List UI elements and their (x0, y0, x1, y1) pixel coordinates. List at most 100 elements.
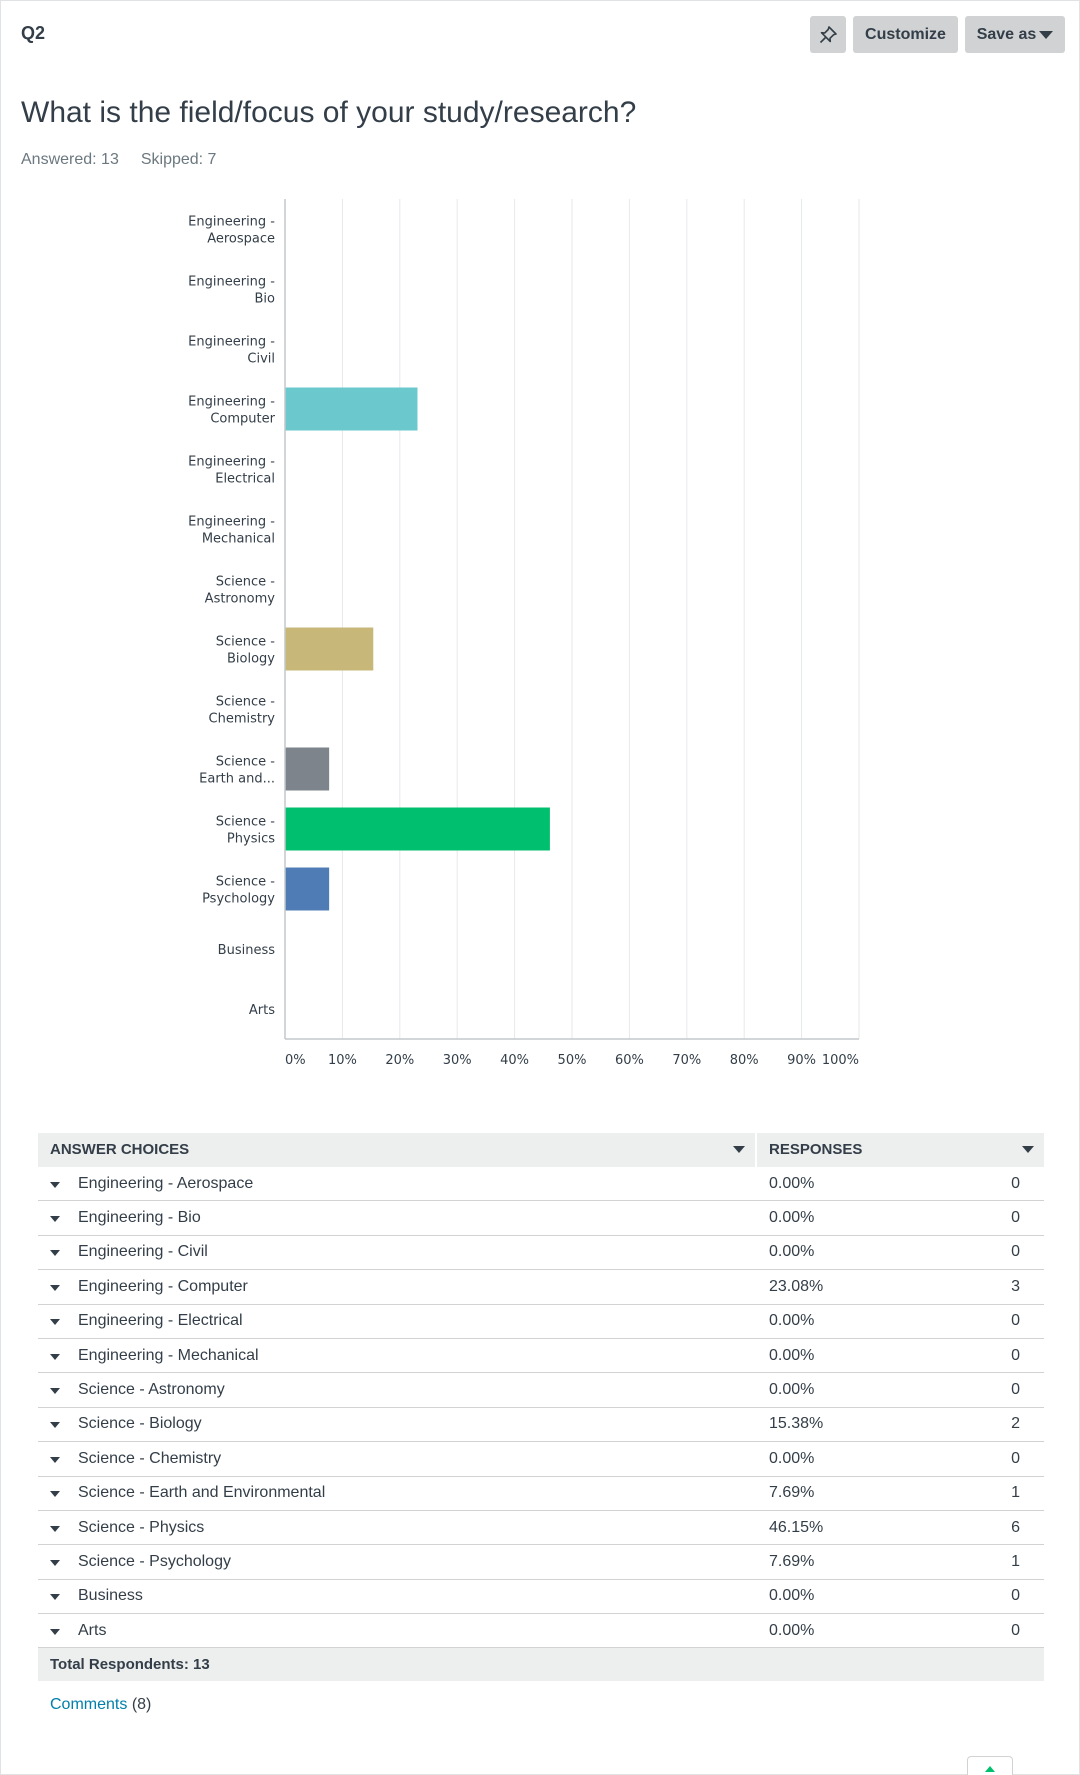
response-percent: 15.38% (769, 1415, 824, 1433)
sort-caret-icon[interactable] (1022, 1146, 1034, 1153)
comments: Comments (8) (50, 1696, 151, 1714)
comments-link[interactable]: Comments (50, 1696, 127, 1713)
expand-caret-icon[interactable] (50, 1353, 60, 1360)
answer-choice: Science - Physics (38, 1519, 757, 1537)
expand-caret-icon[interactable] (50, 1594, 60, 1601)
scroll-to-top-button[interactable] (967, 1756, 1013, 1775)
question-panel: Q2 Customize Save as What is the field/f… (0, 0, 1080, 1775)
category-label: Computer (210, 412, 275, 427)
expand-caret-icon[interactable] (50, 1181, 60, 1188)
answer-choice: Science - Psychology (38, 1553, 757, 1571)
response-count: 1 (1011, 1552, 1020, 1570)
sort-caret-icon[interactable] (733, 1146, 745, 1153)
answer-choice: Science - Chemistry (38, 1450, 757, 1468)
caret-down-icon (1039, 30, 1054, 39)
table-row: Engineering - Bio 0.00% 0 (38, 1201, 1044, 1236)
question-title: What is the field/focus of your study/re… (21, 96, 637, 129)
response-percent: 0.00% (769, 1174, 815, 1192)
answer-choice-label: Engineering - Computer (78, 1277, 248, 1295)
comments-count: (8) (131, 1696, 152, 1713)
expand-caret-icon[interactable] (50, 1319, 60, 1326)
x-tick-label: 10% (328, 1053, 357, 1068)
expand-caret-icon[interactable] (50, 1388, 60, 1395)
pin-button[interactable] (810, 16, 846, 53)
category-label: Astronomy (205, 592, 276, 607)
response-count: 0 (1011, 1621, 1020, 1639)
answer-choice: Engineering - Computer (38, 1278, 757, 1296)
x-tick-label: 100% (822, 1053, 859, 1068)
category-label: Civil (247, 352, 275, 367)
category-label: Engineering - (188, 455, 275, 470)
skipped-count: Skipped: 7 (140, 151, 217, 168)
x-tick-label: 70% (672, 1053, 701, 1068)
x-tick-label: 20% (385, 1053, 414, 1068)
total-respondents: Total Respondents: 13 (38, 1648, 1044, 1682)
x-tick-label: 60% (615, 1053, 644, 1068)
answer-choice: Science - Earth and Environmental (38, 1484, 757, 1502)
category-label: Chemistry (209, 712, 276, 727)
response-count: 3 (1011, 1277, 1020, 1295)
expand-caret-icon[interactable] (50, 1491, 60, 1498)
response-count: 0 (1011, 1346, 1020, 1364)
answer-choice: Engineering - Electrical (38, 1312, 757, 1330)
answered-count: Answered: 13 (21, 151, 119, 168)
category-label: Science - (216, 755, 276, 770)
responses-header-label: RESPONSES (769, 1141, 863, 1158)
response-percent: 0.00% (769, 1587, 815, 1605)
table-body: Engineering - Aerospace 0.00% 0 Engineering… (38, 1167, 1044, 1649)
category-label: Mechanical (202, 532, 275, 547)
answer-choice: Engineering - Bio (38, 1209, 757, 1227)
answer-choices-header[interactable]: ANSWER CHOICES (38, 1133, 757, 1167)
answer-choice-label: Engineering - Electrical (78, 1312, 243, 1330)
category-label: Science - (216, 875, 276, 890)
response-count: 1 (1011, 1484, 1020, 1502)
response-percent: 7.69% (769, 1552, 815, 1570)
response-count: 0 (1011, 1243, 1020, 1261)
table-row: Science - Biology 15.38% 2 (38, 1408, 1044, 1443)
customize-button[interactable]: Customize (853, 16, 958, 53)
expand-caret-icon[interactable] (50, 1559, 60, 1566)
response-percent: 0.00% (769, 1346, 815, 1364)
answer-choice-label: Science - Astronomy (78, 1381, 225, 1399)
bar-chart-svg: Engineering - Aerospace Engineering - Bio En… (188, 199, 860, 1068)
expand-caret-icon[interactable] (50, 1284, 60, 1291)
expand-caret-icon[interactable] (50, 1456, 60, 1463)
category-label: Bio (255, 292, 276, 307)
response-percent: 23.08% (769, 1277, 824, 1295)
response-percent: 0.00% (769, 1381, 815, 1399)
expand-caret-icon[interactable] (50, 1422, 60, 1429)
response-count: 0 (1011, 1174, 1020, 1192)
category-label: Engineering - (188, 215, 275, 230)
answer-choice-label: Engineering - Bio (78, 1209, 201, 1227)
expand-caret-icon[interactable] (50, 1628, 60, 1635)
table-row: Engineering - Computer 23.08% 3 (38, 1270, 1044, 1305)
table-row: Engineering - Aerospace 0.00% 0 (38, 1167, 1044, 1202)
table-row: Science - Physics 46.15% 6 (38, 1511, 1044, 1546)
response-count: 0 (1011, 1209, 1020, 1227)
response-percent: 46.15% (769, 1518, 824, 1536)
category-label: Science - (216, 815, 276, 830)
expand-caret-icon[interactable] (50, 1525, 60, 1532)
response-count: 2 (1011, 1415, 1020, 1433)
answer-choice: Engineering - Civil (38, 1243, 757, 1261)
chevron-up-icon (985, 1766, 995, 1772)
category-label: Engineering - (188, 275, 275, 290)
results-table: ANSWER CHOICES RESPONSES Engineering - A… (38, 1133, 1044, 1682)
x-tick-label: 0% (285, 1053, 306, 1068)
table-row: Business 0.00% 0 (38, 1580, 1044, 1615)
answer-choice-label: Business (78, 1587, 143, 1605)
bar (285, 807, 550, 851)
responses-header[interactable]: RESPONSES (757, 1133, 1044, 1167)
answer-choice-label: Arts (78, 1621, 107, 1639)
category-label: Business (218, 943, 276, 958)
response-percent: 7.69% (769, 1484, 815, 1502)
table-header: ANSWER CHOICES RESPONSES (38, 1133, 1044, 1167)
category-label: Science - (216, 695, 276, 710)
answer-choice: Arts (38, 1622, 757, 1640)
save-as-button[interactable]: Save as (965, 16, 1065, 53)
expand-caret-icon[interactable] (50, 1250, 60, 1257)
expand-caret-icon[interactable] (50, 1216, 60, 1223)
response-count: 0 (1011, 1381, 1020, 1399)
pin-icon (819, 25, 837, 43)
bar (285, 387, 418, 431)
